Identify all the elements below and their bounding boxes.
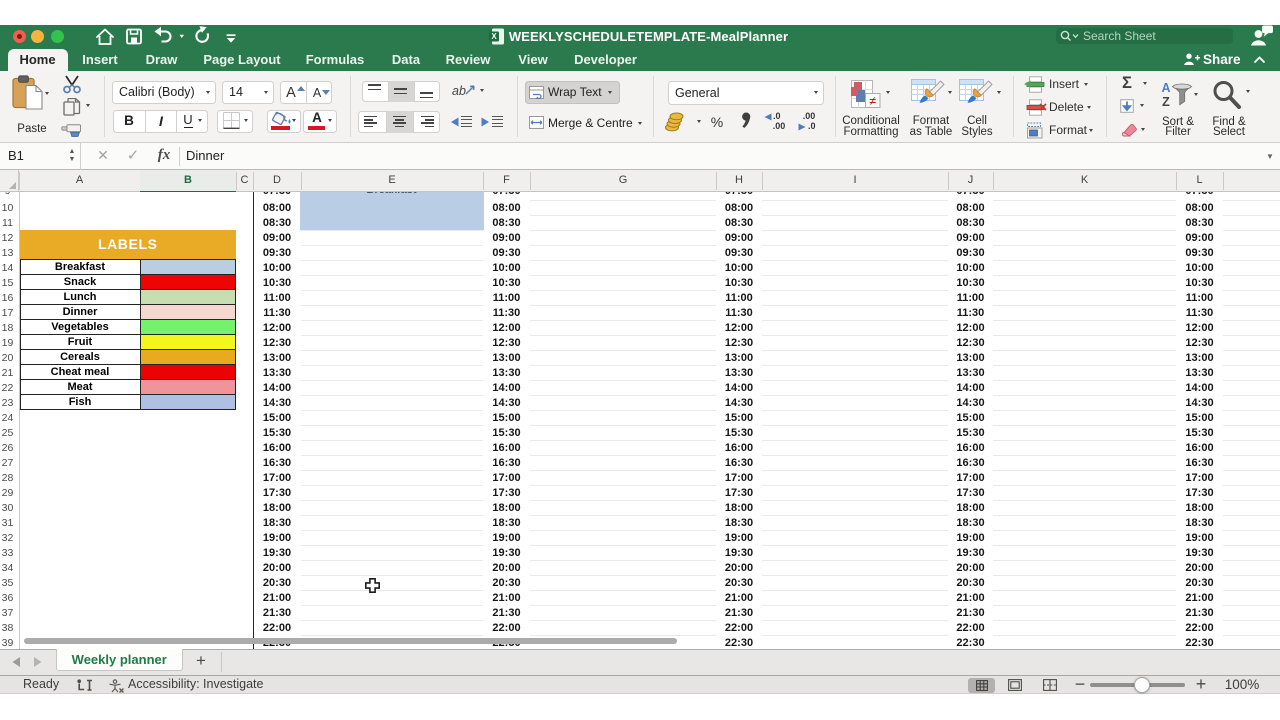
svg-text:A: A <box>1161 81 1170 95</box>
svg-text:Z: Z <box>1162 95 1170 108</box>
svg-text:≠: ≠ <box>869 94 876 108</box>
